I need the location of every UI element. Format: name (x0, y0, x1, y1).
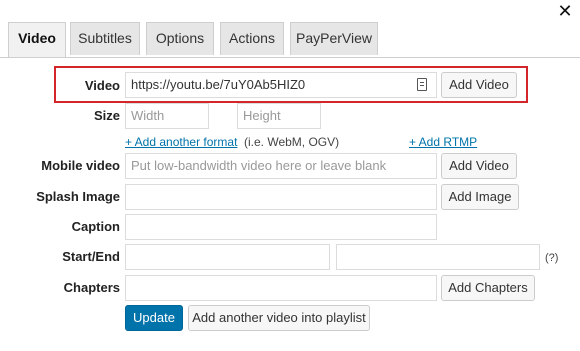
start-time-input[interactable] (125, 244, 330, 270)
tab-options[interactable]: Options (146, 22, 214, 55)
chapters-input[interactable] (125, 275, 437, 301)
add-chapters-button[interactable]: Add Chapters (441, 275, 535, 301)
caption-input[interactable] (125, 214, 437, 240)
start-end-help-icon[interactable]: (?) (545, 251, 558, 265)
tab-actions[interactable]: Actions (220, 22, 284, 55)
start-end-label: Start/End (62, 249, 120, 264)
splash-image-input[interactable] (125, 184, 437, 210)
mobile-video-input[interactable]: Put low-bandwidth video here or leave bl… (125, 153, 437, 179)
video-url-input[interactable]: https://youtu.be/7uY0Ab5HIZ0 (125, 72, 437, 98)
close-icon[interactable]: ✕ (556, 3, 574, 21)
tab-divider (0, 57, 580, 58)
chapters-label: Chapters (63, 280, 120, 295)
tab-video[interactable]: Video (8, 22, 66, 58)
tab-bar: Video Subtitles Options Actions PayPerVi… (0, 0, 580, 58)
splash-image-label: Splash Image (36, 189, 120, 204)
mobile-video-label: Mobile video (41, 158, 120, 173)
size-label: Size (93, 108, 120, 123)
caption-label: Caption (71, 219, 120, 234)
video-label: Video (84, 78, 120, 93)
end-time-input[interactable] (336, 244, 540, 270)
add-playlist-video-button[interactable]: Add another video into playlist (188, 305, 370, 331)
tab-payperview[interactable]: PayPerView (290, 22, 378, 55)
add-format-link[interactable]: + Add another format (125, 135, 237, 149)
add-mobile-video-button[interactable]: Add Video (441, 153, 517, 179)
update-button[interactable]: Update (125, 305, 183, 331)
height-input[interactable]: Height (237, 103, 321, 129)
clipboard-icon[interactable] (417, 78, 427, 91)
add-video-button[interactable]: Add Video (441, 72, 517, 98)
tab-subtitles[interactable]: Subtitles (70, 22, 140, 55)
width-input[interactable]: Width (125, 103, 209, 129)
add-rtmp-link[interactable]: + Add RTMP (409, 135, 477, 149)
format-note: (i.e. WebM, OGV) (244, 135, 340, 149)
add-image-button[interactable]: Add Image (441, 184, 519, 210)
